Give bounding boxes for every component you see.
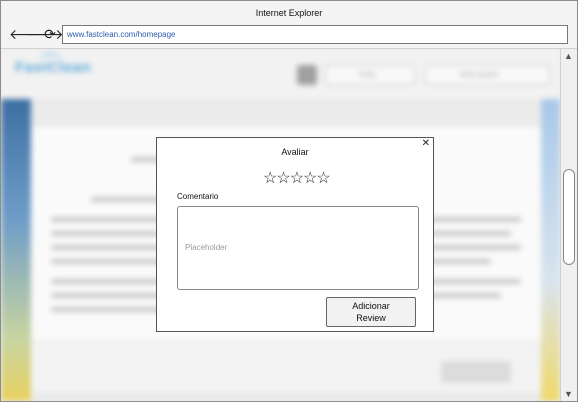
user-select: Célio (325, 65, 415, 85)
review-modal: ✕ Avaliar ☆☆☆☆☆ Comentario Placeholder A… (156, 137, 434, 332)
footer-button (441, 361, 511, 383)
left-background-image (1, 99, 31, 401)
comment-label: Comentario (177, 192, 219, 201)
scroll-down-icon[interactable]: ▼ (564, 389, 573, 399)
star-icon[interactable]: ☆ (303, 170, 317, 187)
right-background-image (541, 99, 560, 401)
comment-textarea[interactable]: Placeholder (177, 206, 419, 290)
address-bar[interactable]: www.fastclean.com/homepage (62, 25, 568, 44)
back-arrow-icon[interactable]: 🡐 (9, 26, 47, 42)
star-rating: ☆☆☆☆☆ (263, 168, 331, 188)
logo-swoosh-icon (39, 53, 61, 65)
vertical-scrollbar[interactable]: ▲ ▼ (560, 49, 577, 401)
add-review-label-line1: Adicionar (352, 301, 390, 311)
add-review-button[interactable]: Adicionar Review (326, 297, 416, 327)
comment-placeholder: Placeholder (185, 243, 228, 252)
add-review-label-line2: Review (356, 313, 386, 323)
browser-toolbar: 🡐 🡒 ⟳ www.fastclean.com/homepage (1, 23, 577, 49)
window-title: Internet Explorer (1, 1, 577, 23)
star-icon[interactable]: ☆ (290, 170, 304, 187)
scroll-up-icon[interactable]: ▲ (564, 51, 573, 61)
chat-icon (297, 65, 317, 85)
star-icon[interactable]: ☆ (316, 170, 330, 187)
star-icon[interactable]: ☆ (276, 170, 290, 187)
forward-arrow-icon[interactable]: 🡒 (26, 26, 64, 42)
browser-window: Internet Explorer 🡐 🡒 ⟳ www.fastclean.co… (0, 0, 578, 402)
modal-title: Avaliar (281, 147, 309, 157)
site-header: FastClean Célio Marcações (1, 49, 560, 99)
bookings-select: Marcações (425, 65, 550, 85)
scrollbar-thumb[interactable] (563, 169, 575, 265)
refresh-icon[interactable]: ⟳ (43, 26, 57, 42)
star-icon[interactable]: ☆ (263, 170, 277, 187)
